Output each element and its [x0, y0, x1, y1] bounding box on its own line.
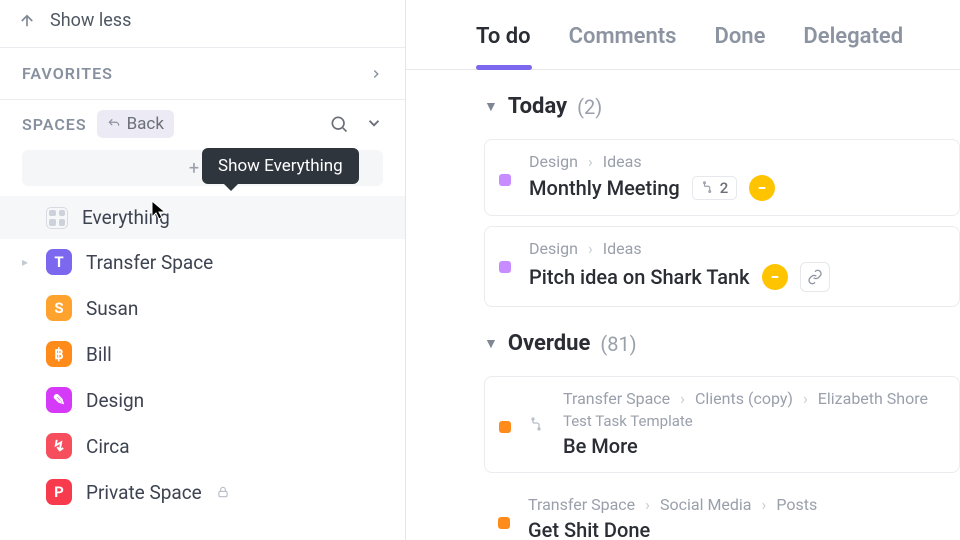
tabs: To do Comments Done Delegated: [406, 0, 960, 70]
tab-todo[interactable]: To do: [476, 24, 531, 69]
sidebar-item-circa[interactable]: ↯ Circa: [0, 423, 405, 469]
search-icon[interactable]: [329, 114, 349, 134]
task-card[interactable]: Transfer Space › Social Media › Posts Ge…: [484, 483, 960, 540]
tab-comments[interactable]: Comments: [569, 24, 677, 69]
spaces-label: SPACES: [22, 115, 87, 134]
space-badge: T: [46, 249, 72, 275]
crumb[interactable]: Clients (copy): [695, 389, 793, 408]
tooltip-text: Show Everything: [218, 156, 343, 176]
sidebar-item-everything[interactable]: Everything: [0, 196, 405, 239]
plus-icon: +: [189, 158, 199, 179]
priority-badge[interactable]: [762, 264, 788, 290]
sidebar-item-private-space[interactable]: P Private Space: [0, 469, 405, 515]
tab-done[interactable]: Done: [715, 24, 766, 69]
priority-badge[interactable]: [749, 175, 775, 201]
crumb[interactable]: Posts: [776, 495, 817, 514]
back-arrow-icon: [107, 117, 121, 131]
crumb[interactable]: Elizabeth Shore: [818, 389, 928, 408]
task-title: Monthly Meeting: [529, 176, 680, 200]
spaces-header: SPACES Back: [0, 100, 405, 150]
favorites-header[interactable]: FAVORITES: [0, 48, 405, 99]
breadcrumb: Transfer Space › Social Media › Posts: [528, 495, 946, 514]
crumb-sep-icon: ›: [645, 495, 650, 514]
subtask-icon: [701, 181, 715, 195]
group-title: Overdue: [508, 331, 591, 356]
add-space-button[interactable]: + A Show Everything: [22, 150, 383, 186]
space-label: Everything: [82, 206, 170, 229]
chevron-down-icon[interactable]: [365, 114, 383, 134]
group-count: (2): [577, 95, 602, 119]
crumb[interactable]: Ideas: [603, 239, 642, 258]
arrow-up-icon: [18, 12, 36, 30]
space-badge: P: [46, 479, 72, 505]
main-panel: To do Comments Done Delegated ▼ Today (2…: [406, 0, 960, 540]
crumb-sep-icon: ›: [762, 495, 767, 514]
status-square[interactable]: [499, 261, 511, 273]
show-less-label: Show less: [50, 10, 131, 31]
space-badge: ฿: [46, 341, 72, 367]
group-header-today[interactable]: ▼ Today (2): [406, 70, 960, 129]
subtask-count-pill[interactable]: 2: [692, 176, 738, 200]
caret-icon: ▸: [22, 255, 32, 269]
status-square[interactable]: [499, 421, 511, 433]
sidebar-item-transfer-space[interactable]: ▸ T Transfer Space: [0, 239, 405, 285]
everything-icon: [46, 207, 68, 229]
link-button[interactable]: [800, 262, 830, 292]
status-square[interactable]: [499, 174, 511, 186]
task-subtitle: Test Task Template: [563, 412, 693, 430]
crumb-sep-icon: ›: [588, 239, 593, 258]
breadcrumb: Design › Ideas: [529, 239, 945, 258]
sidebar: Show less FAVORITES SPACES Back + A Show…: [0, 0, 406, 540]
crumb[interactable]: Ideas: [603, 152, 642, 171]
favorites-label: FAVORITES: [22, 64, 113, 83]
crumb-sep-icon: ›: [680, 389, 685, 408]
group-header-overdue[interactable]: ▼ Overdue (81): [406, 307, 960, 366]
space-label: Transfer Space: [86, 251, 213, 274]
show-less-row[interactable]: Show less: [0, 0, 405, 47]
space-badge: S: [46, 295, 72, 321]
crumb[interactable]: Design: [529, 152, 578, 171]
group-title: Today: [508, 94, 567, 119]
crumb[interactable]: Transfer Space: [528, 495, 635, 514]
subtask-tree-icon: [529, 417, 545, 458]
space-badge: ✎: [46, 387, 72, 413]
sidebar-item-bill[interactable]: ฿ Bill: [0, 331, 405, 377]
group-count: (81): [600, 332, 636, 356]
caret-down-icon: ▼: [484, 98, 498, 115]
sidebar-item-design[interactable]: ✎ Design: [0, 377, 405, 423]
status-square[interactable]: [498, 517, 510, 529]
back-label: Back: [127, 114, 164, 134]
crumb-sep-icon: ›: [803, 389, 808, 408]
task-title: Get Shit Done: [528, 518, 650, 540]
task-card[interactable]: Design › Ideas Pitch idea on Shark Tank: [484, 226, 960, 307]
breadcrumb: Transfer Space › Clients (copy) › Elizab…: [563, 389, 945, 408]
crumb[interactable]: Transfer Space: [563, 389, 670, 408]
breadcrumb: Design › Ideas: [529, 152, 945, 171]
task-title: Be More: [563, 434, 638, 458]
space-label: Design: [86, 389, 144, 412]
space-label: Circa: [86, 435, 130, 458]
space-label: Bill: [86, 343, 112, 366]
tab-delegated[interactable]: Delegated: [803, 24, 903, 69]
space-label: Susan: [86, 297, 138, 320]
space-label: Private Space: [86, 481, 202, 504]
task-title: Pitch idea on Shark Tank: [529, 265, 750, 289]
space-badge: ↯: [46, 433, 72, 459]
lock-icon: [216, 485, 230, 499]
task-card[interactable]: Design › Ideas Monthly Meeting 2: [484, 139, 960, 216]
caret-down-icon: ▼: [484, 335, 498, 352]
tooltip: Show Everything: [202, 148, 359, 184]
chevron-right-icon: [369, 67, 383, 81]
crumb[interactable]: Social Media: [660, 495, 752, 514]
crumb-sep-icon: ›: [588, 152, 593, 171]
crumb[interactable]: Design: [529, 239, 578, 258]
back-button[interactable]: Back: [97, 110, 174, 138]
sidebar-item-susan[interactable]: S Susan: [0, 285, 405, 331]
task-card[interactable]: Transfer Space › Clients (copy) › Elizab…: [484, 376, 960, 473]
